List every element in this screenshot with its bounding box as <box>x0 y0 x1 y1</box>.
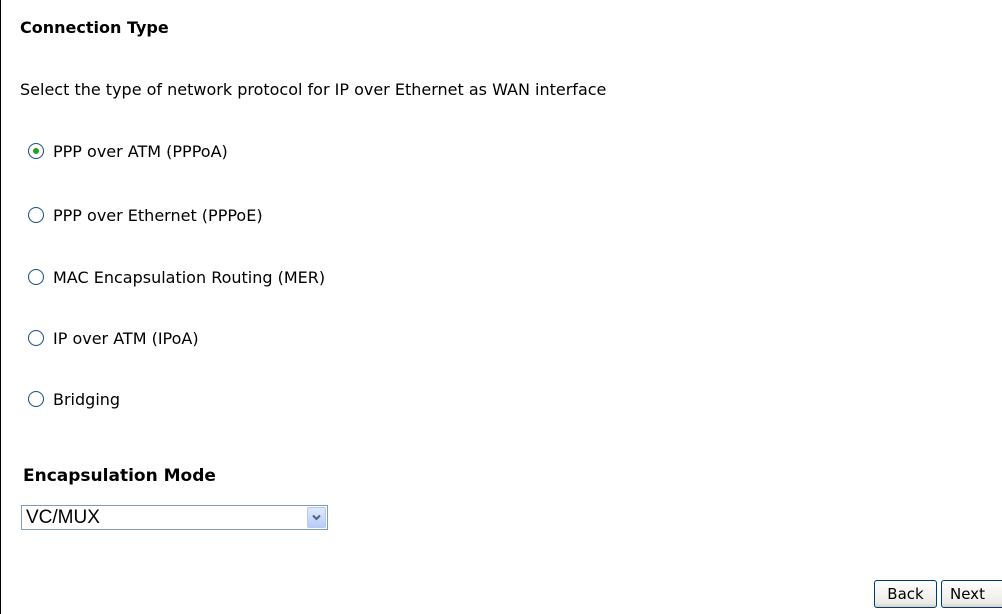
radio-option-label: PPP over ATM (PPPoA) <box>53 141 228 161</box>
radio-pppoe-icon[interactable] <box>28 207 44 223</box>
encapsulation-mode-select[interactable]: VC/MUX <box>21 505 328 530</box>
radio-option-label: PPP over Ethernet (PPPoE) <box>53 205 263 225</box>
radio-option-label: Bridging <box>53 389 121 409</box>
radio-pppoa-icon[interactable] <box>28 143 44 159</box>
encapsulation-mode-value: VC/MUX <box>26 506 100 528</box>
radio-option-pppoe[interactable]: PPP over Ethernet (PPPoE) <box>28 203 263 227</box>
radio-option-label: IP over ATM (IPoA) <box>53 328 199 348</box>
dropdown-arrow-button[interactable] <box>307 507 326 528</box>
page-frame-border <box>0 0 1 614</box>
encapsulation-mode-label: Encapsulation Mode <box>23 466 216 486</box>
next-button[interactable]: Next <box>941 580 1002 608</box>
page-title: Connection Type <box>20 18 169 37</box>
chevron-down-icon <box>312 514 321 521</box>
radio-option-pppoa[interactable]: PPP over ATM (PPPoA) <box>28 139 228 163</box>
page-description: Select the type of network protocol for … <box>20 80 607 99</box>
radio-option-bridging[interactable]: Bridging <box>28 387 120 411</box>
radio-option-label: MAC Encapsulation Routing (MER) <box>53 267 326 287</box>
radio-bridging-icon[interactable] <box>28 391 44 407</box>
radio-ipoa-icon[interactable] <box>28 330 44 346</box>
radio-mer-icon[interactable] <box>28 269 44 285</box>
radio-option-mer[interactable]: MAC Encapsulation Routing (MER) <box>28 265 325 289</box>
back-button[interactable]: Back <box>874 580 937 608</box>
radio-option-ipoa[interactable]: IP over ATM (IPoA) <box>28 326 199 350</box>
